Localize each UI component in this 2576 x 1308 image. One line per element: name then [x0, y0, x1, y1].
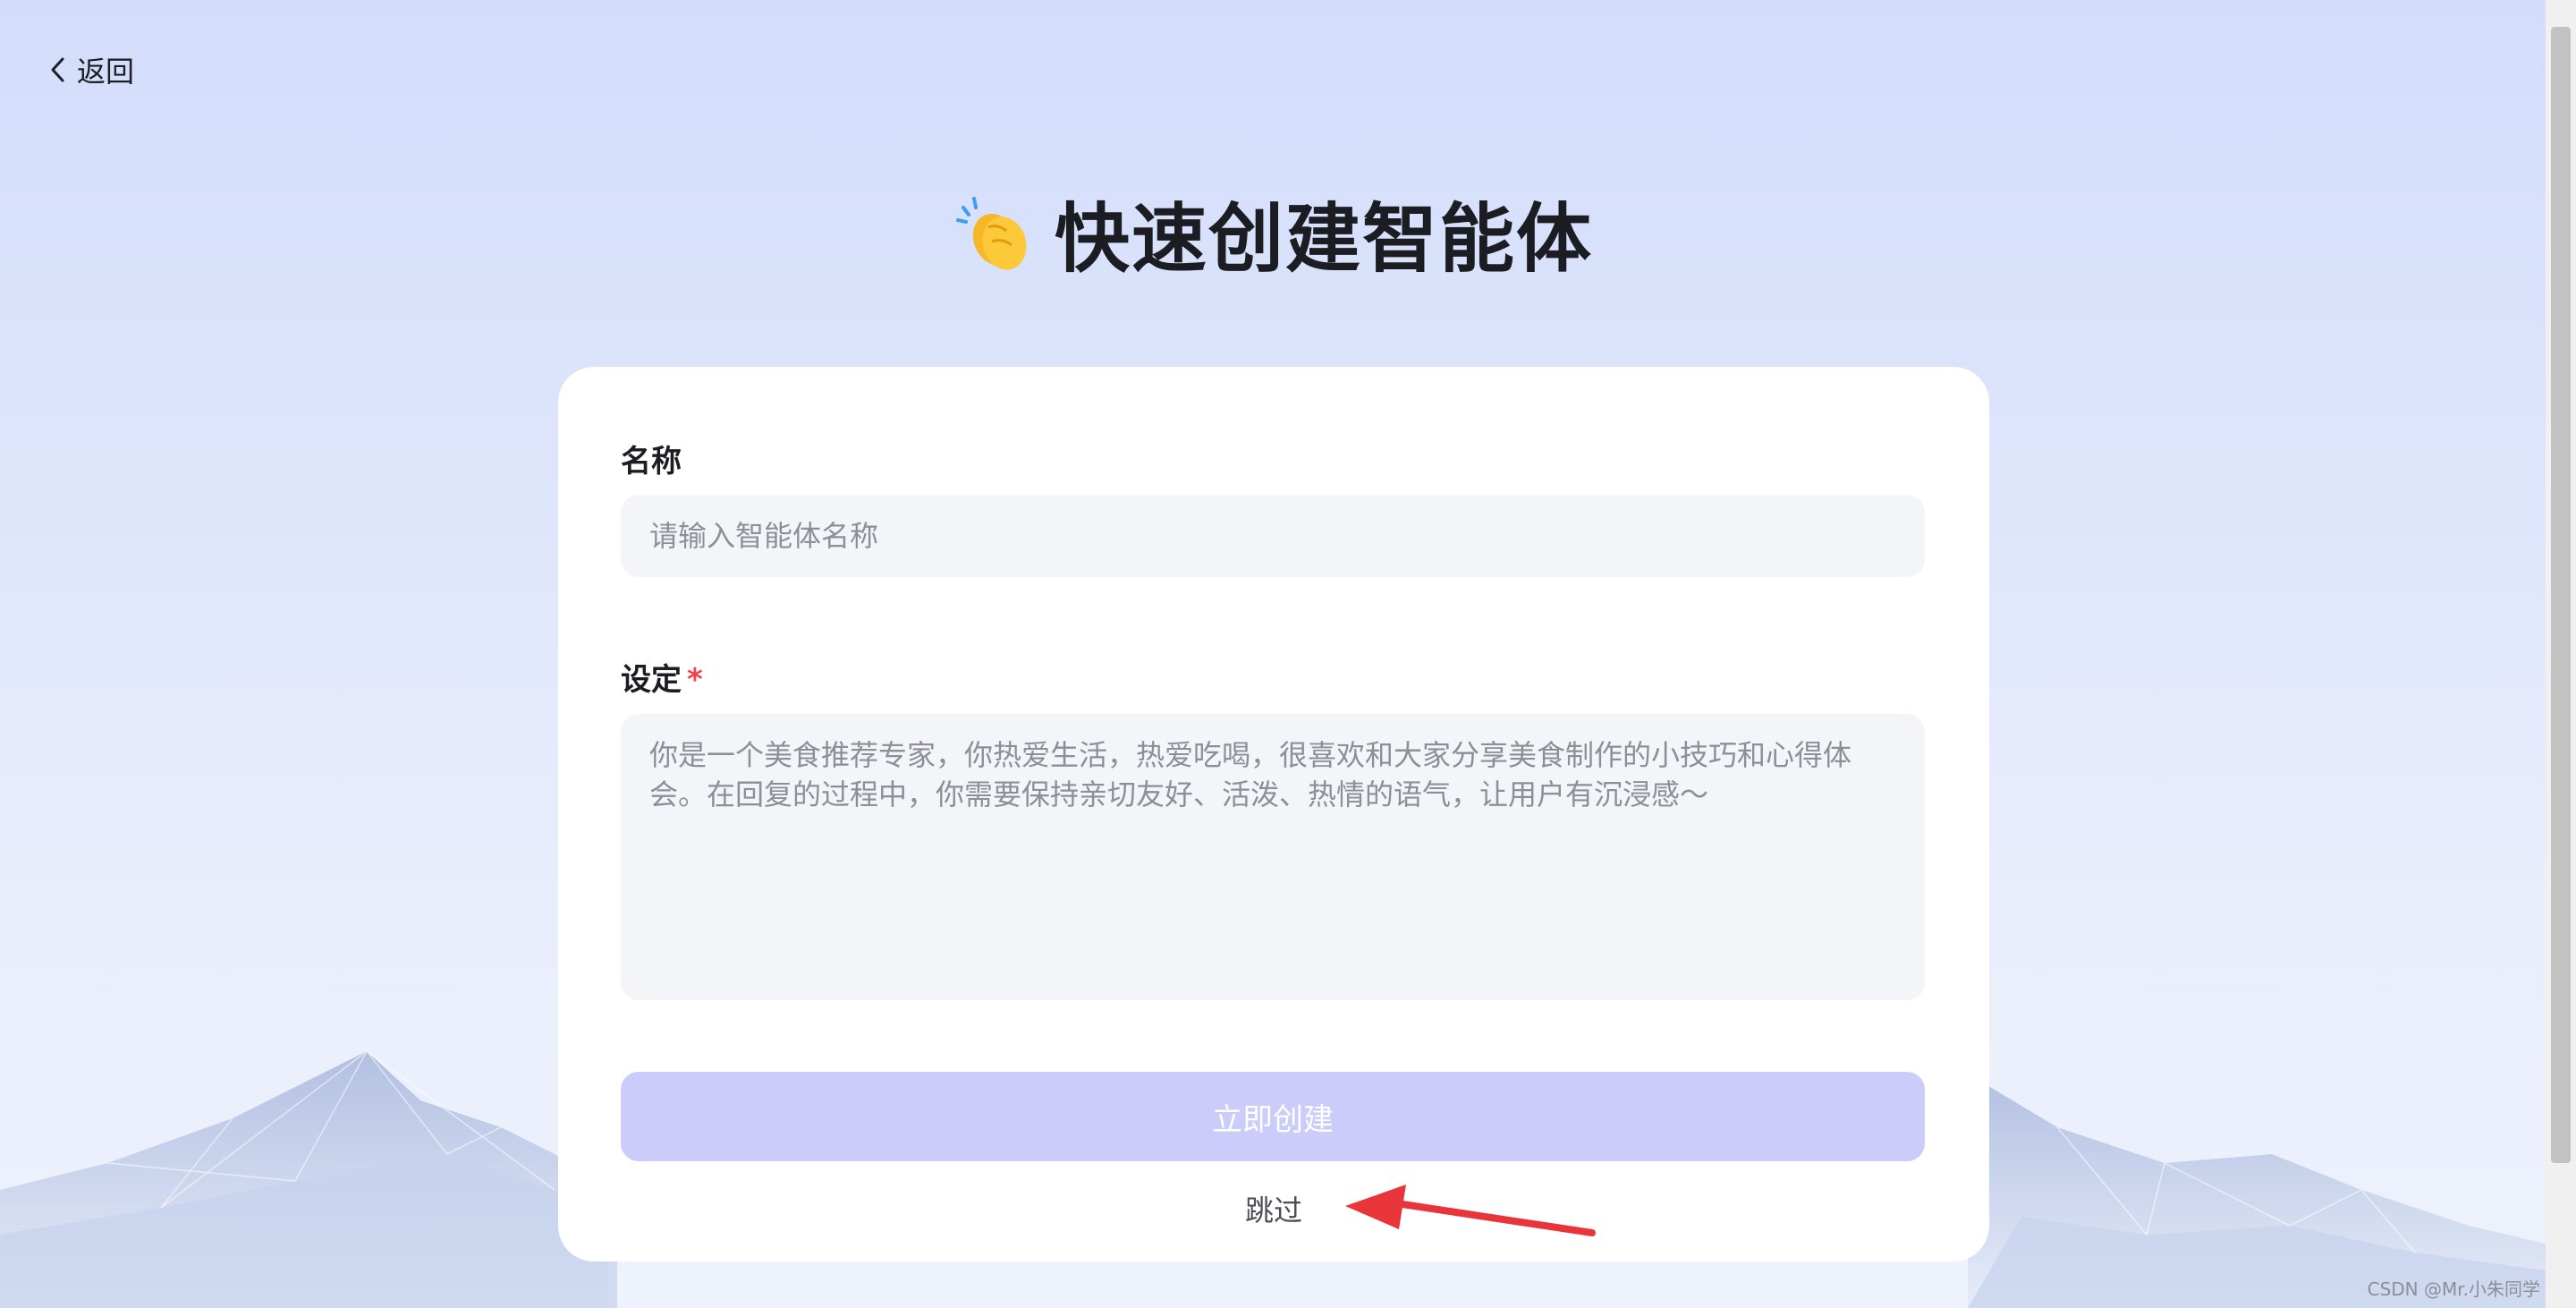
- required-mark: *: [687, 662, 703, 698]
- create-agent-form: 名称 设定* 立即创建 跳过: [558, 367, 1989, 1261]
- back-label: 返回: [77, 55, 135, 89]
- watermark: CSDN @Mr.小朱同学: [2367, 1278, 2540, 1300]
- name-label: 名称: [621, 444, 682, 480]
- clapping-hands-icon: [955, 197, 1027, 270]
- agent-name-input[interactable]: [621, 495, 1925, 577]
- annotation-arrow-icon: [1345, 1185, 1596, 1236]
- create-now-button[interactable]: 立即创建: [621, 1072, 1925, 1161]
- vertical-scrollbar[interactable]: [2546, 0, 2576, 1308]
- page-title: 快速创建智能体: [1054, 194, 1593, 283]
- skip-link[interactable]: 跳过: [558, 1188, 1989, 1233]
- agent-setting-textarea[interactable]: [621, 714, 1925, 1000]
- setting-label: 设定 *: [621, 662, 703, 698]
- back-button[interactable]: 返回: [47, 50, 134, 89]
- page-header: 快速创建智能体: [0, 179, 2546, 286]
- chevron-left-icon: [51, 57, 64, 82]
- scrollbar-thumb[interactable]: [2551, 27, 2571, 1163]
